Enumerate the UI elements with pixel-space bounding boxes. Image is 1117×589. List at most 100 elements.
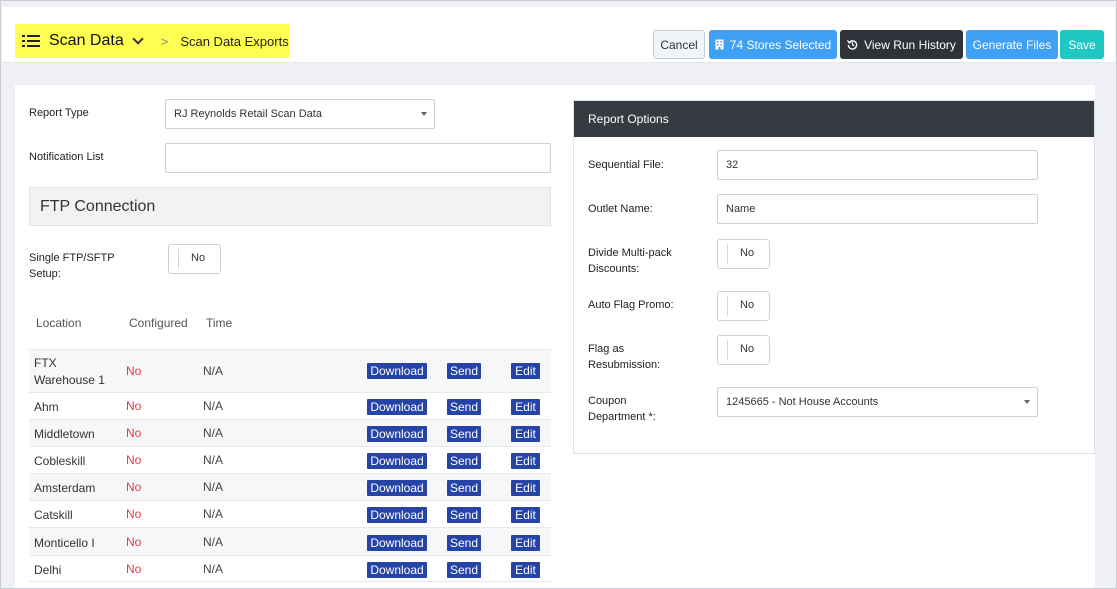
report-type-select[interactable]: RJ Reynolds Retail Scan Data bbox=[165, 99, 435, 129]
flag-resubmission-toggle[interactable]: No bbox=[717, 335, 770, 365]
time-cell: N/A bbox=[203, 453, 224, 467]
download-button[interactable]: Download bbox=[367, 562, 427, 578]
caret-down-icon bbox=[421, 112, 427, 116]
ftp-connection-header: FTP Connection bbox=[29, 187, 551, 226]
save-label: Save bbox=[1068, 37, 1096, 52]
time-cell: N/A bbox=[203, 426, 224, 440]
stores-selected-label: 74 Stores Selected bbox=[729, 37, 832, 52]
table-row[interactable]: Delhi No N/A Download Send Edit bbox=[29, 555, 551, 582]
table-row[interactable]: Ahm No N/A Download Send Edit bbox=[29, 392, 551, 419]
auto-flag-promo-label: Auto Flag Promo: bbox=[588, 299, 674, 311]
cancel-button[interactable]: Cancel bbox=[653, 30, 705, 59]
download-button[interactable]: Download bbox=[367, 426, 427, 442]
configured-cell: No bbox=[126, 535, 142, 549]
configured-cell: No bbox=[126, 507, 142, 521]
edit-button[interactable]: Edit bbox=[511, 535, 540, 551]
configured-cell: No bbox=[126, 364, 142, 378]
send-button[interactable]: Send bbox=[447, 562, 481, 578]
sequential-file-value: 32 bbox=[726, 159, 739, 171]
toggle-handle bbox=[727, 340, 728, 360]
location-cell: Cobleskill bbox=[34, 454, 86, 468]
generate-files-label: Generate Files bbox=[972, 37, 1052, 52]
view-run-history-button[interactable]: View Run History bbox=[840, 30, 963, 59]
table-row[interactable]: Catskill No N/A Download Send Edit bbox=[29, 500, 551, 527]
coupon-department-value: 1245665 - Not House Accounts bbox=[726, 396, 879, 408]
top-toolbar: Scan Data > Scan Data Exports Cancel 74 … bbox=[2, 7, 1115, 63]
single-ftp-label: Single FTP/SFTP Setup: bbox=[29, 250, 115, 282]
toggle-handle bbox=[178, 249, 179, 269]
column-header-location: Location bbox=[36, 316, 82, 330]
download-button[interactable]: Download bbox=[367, 507, 427, 523]
table-row[interactable]: FTX Warehouse 1 No N/A Download Send Edi… bbox=[29, 349, 551, 392]
time-cell: N/A bbox=[203, 562, 224, 576]
location-cell: Ahm bbox=[34, 400, 59, 414]
edit-button[interactable]: Edit bbox=[511, 453, 540, 469]
coupon-department-select[interactable]: 1245665 - Not House Accounts bbox=[717, 387, 1038, 417]
send-button[interactable]: Send bbox=[447, 535, 481, 551]
flag-resubmission-label: Flag as Resubmission: bbox=[588, 341, 660, 373]
list-menu-icon[interactable] bbox=[22, 34, 40, 48]
send-button[interactable]: Send bbox=[447, 453, 481, 469]
view-run-history-label: View Run History bbox=[864, 37, 956, 52]
coupon-department-label: Coupon Department *: bbox=[588, 393, 656, 425]
download-button[interactable]: Download bbox=[367, 453, 427, 469]
time-cell: N/A bbox=[203, 480, 224, 494]
generate-files-button[interactable]: Generate Files bbox=[966, 30, 1058, 59]
sequential-file-input[interactable]: 32 bbox=[717, 150, 1038, 180]
stores-selected-button[interactable]: 74 Stores Selected bbox=[709, 30, 837, 59]
configured-cell: No bbox=[126, 399, 142, 413]
column-header-time: Time bbox=[206, 316, 233, 330]
location-cell: Amsterdam bbox=[34, 481, 96, 495]
ftp-connection-title: FTP Connection bbox=[40, 197, 156, 215]
divide-multipack-label-line2: Discounts: bbox=[588, 263, 640, 275]
edit-button[interactable]: Edit bbox=[511, 480, 540, 496]
configured-cell: No bbox=[126, 426, 142, 440]
cancel-label: Cancel bbox=[660, 37, 698, 52]
time-cell: N/A bbox=[203, 399, 224, 413]
download-button[interactable]: Download bbox=[367, 399, 427, 415]
table-row[interactable]: Cobleskill No N/A Download Send Edit bbox=[29, 446, 551, 473]
save-button[interactable]: Save bbox=[1060, 30, 1104, 59]
toggle-handle bbox=[727, 244, 728, 264]
download-button[interactable]: Download bbox=[367, 535, 427, 551]
history-icon bbox=[847, 40, 858, 50]
notification-list-input[interactable] bbox=[165, 143, 551, 173]
send-button[interactable]: Send bbox=[447, 363, 481, 379]
table-row[interactable]: Monticello I No N/A Download Send Edit bbox=[29, 527, 551, 555]
report-type-value: RJ Reynolds Retail Scan Data bbox=[174, 108, 322, 120]
download-button[interactable]: Download bbox=[367, 363, 427, 379]
location-line2: Warehouse 1 bbox=[34, 373, 105, 387]
auto-flag-promo-toggle[interactable]: No bbox=[717, 291, 770, 321]
single-ftp-toggle[interactable]: No bbox=[168, 244, 221, 274]
edit-button[interactable]: Edit bbox=[511, 399, 540, 415]
building-icon bbox=[715, 39, 724, 50]
single-ftp-label-line1: Single FTP/SFTP bbox=[29, 252, 115, 264]
edit-button[interactable]: Edit bbox=[511, 363, 540, 379]
time-cell: N/A bbox=[203, 507, 224, 521]
send-button[interactable]: Send bbox=[447, 480, 481, 496]
table-row[interactable]: Middletown No N/A Download Send Edit bbox=[29, 419, 551, 446]
divide-multipack-toggle[interactable]: No bbox=[717, 239, 770, 269]
download-button[interactable]: Download bbox=[367, 480, 427, 496]
location-cell: Middletown bbox=[34, 427, 95, 441]
report-options-title: Report Options bbox=[588, 112, 669, 126]
breadcrumb-separator-icon: > bbox=[160, 33, 169, 49]
configured-cell: No bbox=[126, 453, 142, 467]
configured-cell: No bbox=[126, 480, 142, 494]
divide-multipack-label: Divide Multi-pack Discounts: bbox=[588, 245, 672, 277]
chevron-down-icon[interactable] bbox=[132, 32, 144, 45]
edit-button[interactable]: Edit bbox=[511, 426, 540, 442]
caret-down-icon bbox=[1024, 400, 1030, 404]
page-title[interactable]: Scan Data bbox=[49, 32, 124, 50]
time-cell: N/A bbox=[203, 364, 224, 378]
time-cell: N/A bbox=[203, 535, 224, 549]
send-button[interactable]: Send bbox=[447, 399, 481, 415]
send-button[interactable]: Send bbox=[447, 507, 481, 523]
table-row[interactable]: Amsterdam No N/A Download Send Edit bbox=[29, 473, 551, 500]
send-button[interactable]: Send bbox=[447, 426, 481, 442]
edit-button[interactable]: Edit bbox=[511, 562, 540, 578]
location-cell: Delhi bbox=[34, 563, 62, 577]
report-type-label: Report Type bbox=[29, 107, 89, 119]
edit-button[interactable]: Edit bbox=[511, 507, 540, 523]
outlet-name-input[interactable]: Name bbox=[717, 194, 1038, 224]
